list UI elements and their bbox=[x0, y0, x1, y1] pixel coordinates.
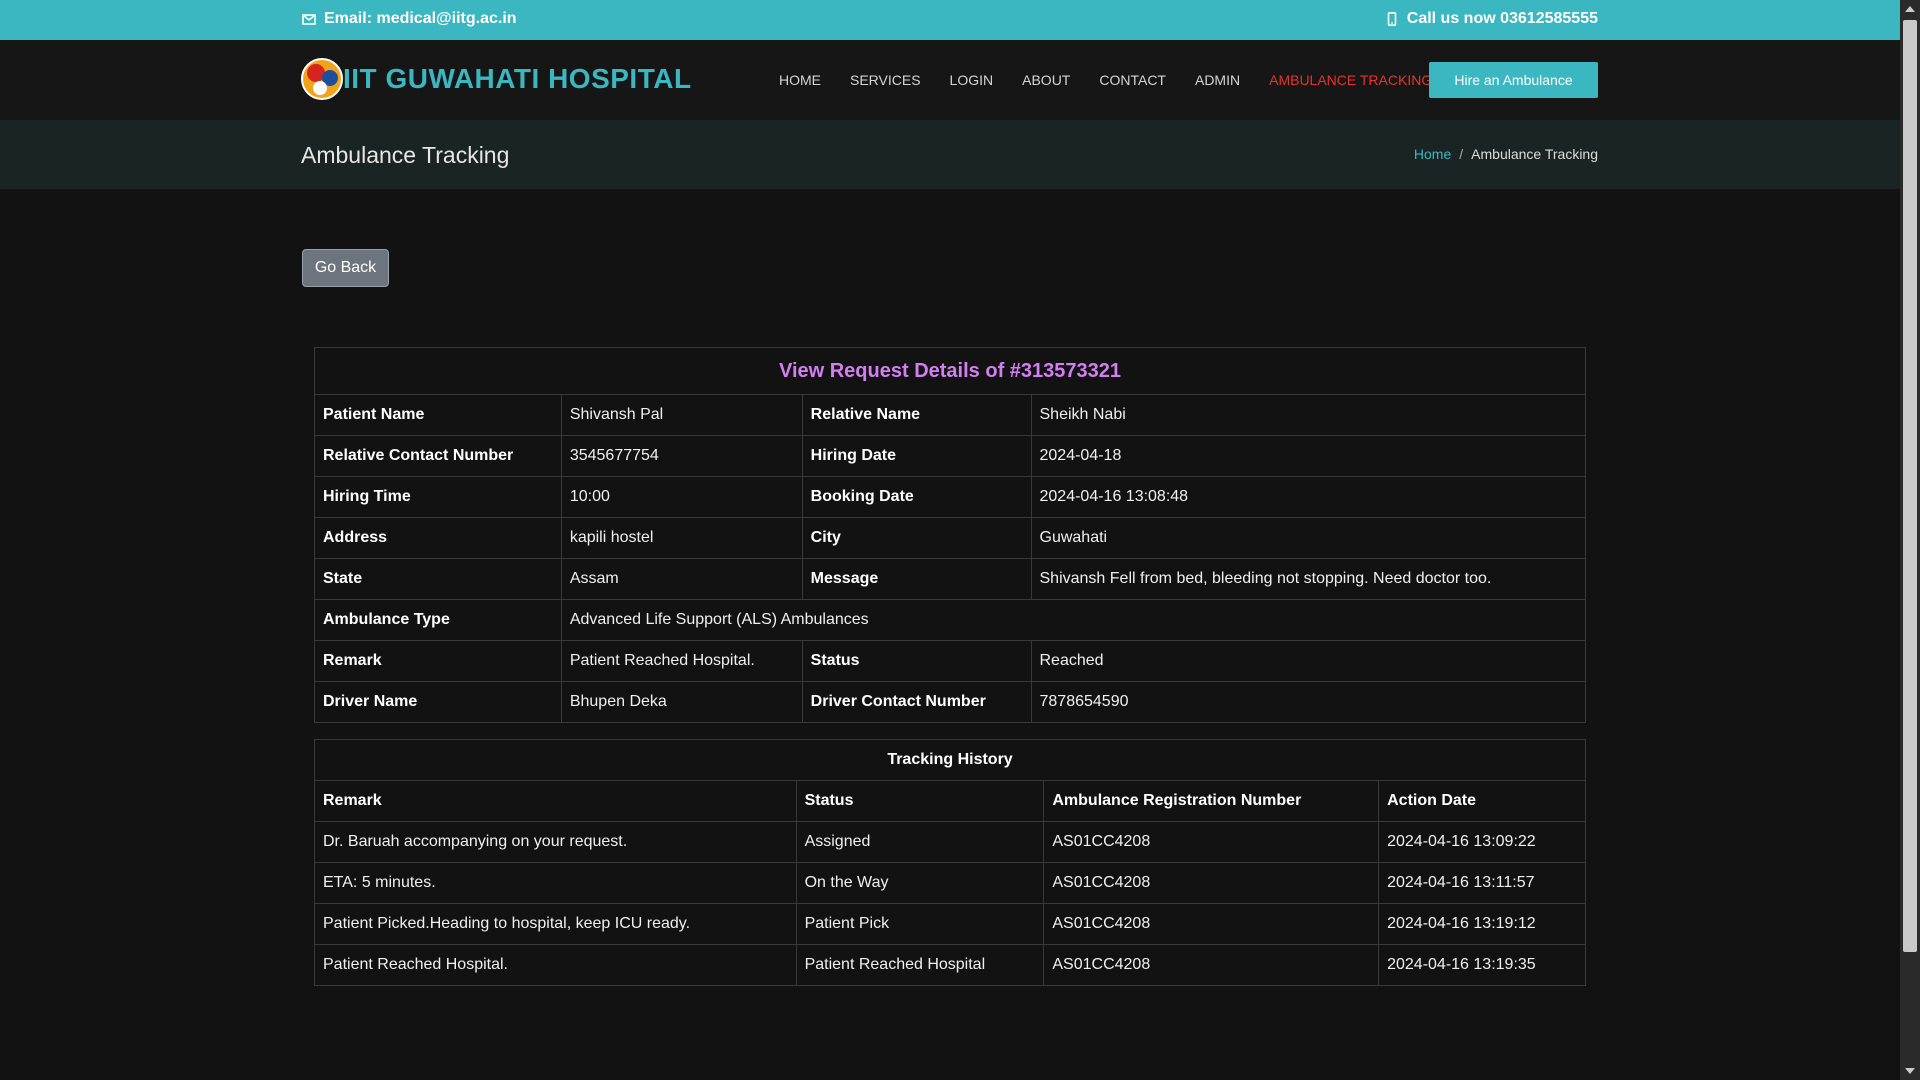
value-driver-contact: 7878654590 bbox=[1030, 681, 1586, 723]
value-ambulance-type: Advanced Life Support (ALS) Ambulances bbox=[560, 599, 1587, 641]
nav-home[interactable]: HOME bbox=[779, 72, 821, 88]
history-action-date: 2024-04-16 13:11:57 bbox=[1378, 862, 1586, 904]
table-row: Hiring Time 10:00 Booking Date 2024-04-1… bbox=[314, 476, 1586, 518]
go-back-button[interactable]: Go Back bbox=[302, 249, 389, 287]
label-hiring-date: Hiring Date bbox=[801, 435, 1032, 477]
label-relative-contact: Relative Contact Number bbox=[314, 435, 562, 477]
label-booking-date: Booking Date bbox=[801, 476, 1032, 518]
table-row: State Assam Message Shivansh Fell from b… bbox=[314, 558, 1586, 600]
page-title-bar: Ambulance Tracking Home / Ambulance Tracki… bbox=[0, 120, 1900, 189]
label-address: Address bbox=[314, 517, 562, 559]
table-row: Patient Reached Hospital. Patient Reache… bbox=[314, 944, 1586, 986]
value-address: kapili hostel bbox=[560, 517, 803, 559]
nav-login[interactable]: LOGIN bbox=[950, 72, 994, 88]
tracking-history-table: Tracking History Remark Status Ambulance… bbox=[314, 739, 1586, 986]
history-status: Patient Reached Hospital bbox=[795, 944, 1045, 986]
history-remark: Patient Reached Hospital. bbox=[314, 944, 797, 986]
label-patient-name: Patient Name bbox=[314, 394, 562, 436]
history-action-date: 2024-04-16 13:19:35 bbox=[1378, 944, 1586, 986]
hospital-logo bbox=[301, 58, 343, 100]
scrollbar-thumb[interactable] bbox=[1903, 20, 1917, 952]
table-row: Driver Name Bhupen Deka Driver Contact N… bbox=[314, 681, 1586, 723]
contact-email-text: Email: medical@iitg.ac.in bbox=[324, 10, 517, 27]
table-row: Address kapili hostel City Guwahati bbox=[314, 517, 1586, 559]
value-relative-name: Sheikh Nabi bbox=[1030, 394, 1586, 436]
label-remark: Remark bbox=[314, 640, 562, 682]
value-status: Reached bbox=[1030, 640, 1586, 682]
table-row: Relative Contact Number 3545677754 Hirin… bbox=[314, 435, 1586, 477]
table-header-row: Remark Status Ambulance Registration Num… bbox=[314, 780, 1586, 822]
table-row: Remark Patient Reached Hospital. Status … bbox=[314, 640, 1586, 682]
value-hiring-time: 10:00 bbox=[560, 476, 803, 518]
nav-about[interactable]: ABOUT bbox=[1022, 72, 1070, 88]
value-remark: Patient Reached Hospital. bbox=[560, 640, 803, 682]
value-driver-name: Bhupen Deka bbox=[560, 681, 803, 723]
history-registration: AS01CC4208 bbox=[1043, 903, 1380, 945]
breadcrumb: Home / Ambulance Tracking bbox=[1414, 146, 1598, 162]
value-patient-name: Shivansh Pal bbox=[560, 394, 803, 436]
contact-phone-text: Call us now 03612585555 bbox=[1406, 10, 1598, 27]
request-details-heading: View Request Details of #313573321 bbox=[314, 347, 1586, 395]
label-relative-name: Relative Name bbox=[801, 394, 1032, 436]
history-action-date: 2024-04-16 13:09:22 bbox=[1378, 821, 1586, 863]
tracking-history-heading: Tracking History bbox=[314, 739, 1586, 781]
table-row: ETA: 5 minutes. On the Way AS01CC4208 20… bbox=[314, 862, 1586, 904]
history-action-date: 2024-04-16 13:19:12 bbox=[1378, 903, 1586, 945]
brand-link[interactable]: IIT GUWAHATI HOSPITAL bbox=[301, 58, 692, 100]
history-remark: Dr. Baruah accompanying on your request. bbox=[314, 821, 797, 863]
history-remark: Patient Picked.Heading to hospital, keep… bbox=[314, 903, 797, 945]
label-hiring-time: Hiring Time bbox=[314, 476, 562, 518]
value-city: Guwahati bbox=[1030, 517, 1586, 559]
breadcrumb-separator: / bbox=[1459, 146, 1464, 162]
value-message: Shivansh Fell from bed, bleeding not sto… bbox=[1030, 558, 1586, 600]
nav-ambulance-tracking[interactable]: AMBULANCE TRACKING bbox=[1269, 72, 1432, 88]
column-header-action-date: Action Date bbox=[1378, 780, 1586, 822]
nav-admin[interactable]: ADMIN bbox=[1195, 72, 1240, 88]
nav-contact[interactable]: CONTACT bbox=[1099, 72, 1166, 88]
request-details-table: View Request Details of #313573321 Patie… bbox=[314, 347, 1587, 723]
main-nav: HOME SERVICES LOGIN ABOUT CONTACT ADMIN … bbox=[779, 40, 1461, 120]
history-registration: AS01CC4208 bbox=[1043, 944, 1380, 986]
value-relative-contact: 3545677754 bbox=[560, 435, 803, 477]
column-header-remark: Remark bbox=[314, 780, 797, 822]
value-state: Assam bbox=[560, 558, 803, 600]
breadcrumb-current: Ambulance Tracking bbox=[1471, 146, 1598, 162]
scroll-up-arrow-icon[interactable] bbox=[1905, 6, 1915, 12]
history-remark: ETA: 5 minutes. bbox=[314, 862, 797, 904]
label-ambulance-type: Ambulance Type bbox=[314, 599, 562, 641]
history-registration: AS01CC4208 bbox=[1043, 862, 1380, 904]
hire-ambulance-button[interactable]: Hire an Ambulance bbox=[1429, 62, 1598, 98]
scroll-down-arrow-icon[interactable] bbox=[1905, 1068, 1915, 1074]
contact-phone[interactable]: Call us now 03612585555 bbox=[1385, 10, 1598, 28]
brand-name: IIT GUWAHATI HOSPITAL bbox=[343, 63, 692, 94]
top-contact-bar: Email: medical@iitg.ac.in Call us now 03… bbox=[0, 0, 1900, 40]
label-state: State bbox=[314, 558, 562, 600]
column-header-registration: Ambulance Registration Number bbox=[1043, 780, 1380, 822]
label-city: City bbox=[801, 517, 1032, 559]
table-row: Ambulance Type Advanced Life Support (AL… bbox=[314, 599, 1587, 641]
table-row: Patient Picked.Heading to hospital, keep… bbox=[314, 903, 1586, 945]
page-title: Ambulance Tracking bbox=[301, 142, 510, 168]
value-booking-date: 2024-04-16 13:08:48 bbox=[1030, 476, 1586, 518]
contact-email[interactable]: Email: medical@iitg.ac.in bbox=[302, 10, 517, 28]
nav-services[interactable]: SERVICES bbox=[850, 72, 921, 88]
table-row: Patient Name Shivansh Pal Relative Name … bbox=[314, 394, 1586, 436]
mobile-phone-icon bbox=[1387, 12, 1397, 26]
label-driver-name: Driver Name bbox=[314, 681, 562, 723]
envelope-icon bbox=[302, 14, 316, 25]
label-driver-contact: Driver Contact Number bbox=[801, 681, 1032, 723]
table-row: Dr. Baruah accompanying on your request.… bbox=[314, 821, 1586, 863]
label-status: Status bbox=[801, 640, 1032, 682]
history-status: On the Way bbox=[795, 862, 1045, 904]
label-message: Message bbox=[801, 558, 1032, 600]
history-status: Patient Pick bbox=[795, 903, 1045, 945]
vertical-scrollbar[interactable] bbox=[1900, 0, 1920, 1080]
history-registration: AS01CC4208 bbox=[1043, 821, 1380, 863]
value-hiring-date: 2024-04-18 bbox=[1030, 435, 1586, 477]
main-header: IIT GUWAHATI HOSPITAL HOME SERVICES LOGI… bbox=[0, 40, 1900, 120]
column-header-status: Status bbox=[795, 780, 1045, 822]
breadcrumb-home[interactable]: Home bbox=[1414, 146, 1451, 162]
history-status: Assigned bbox=[795, 821, 1045, 863]
